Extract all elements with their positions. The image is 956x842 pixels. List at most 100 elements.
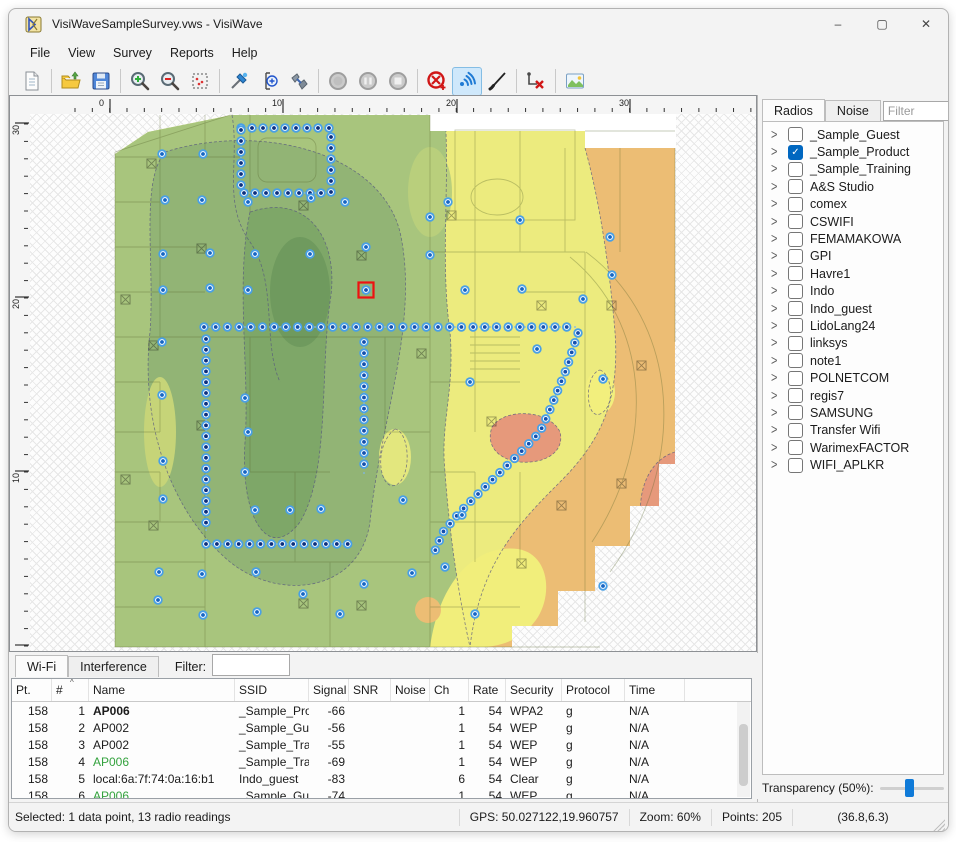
data-point[interactable] — [362, 440, 366, 444]
data-point[interactable] — [319, 325, 323, 329]
draw-path-button[interactable] — [482, 67, 512, 96]
data-point[interactable] — [560, 379, 564, 383]
zoom-in-button[interactable] — [125, 67, 155, 96]
data-point[interactable] — [433, 548, 437, 552]
data-point[interactable] — [163, 198, 167, 202]
data-point[interactable] — [261, 325, 265, 329]
data-point[interactable] — [446, 200, 450, 204]
col-name[interactable]: Name — [89, 679, 235, 701]
data-point[interactable] — [200, 572, 204, 576]
view-image-button[interactable] — [560, 67, 590, 96]
data-point[interactable] — [442, 530, 446, 534]
expand-chevron-icon[interactable]: > — [771, 179, 785, 194]
data-point[interactable] — [410, 571, 414, 575]
col-protocol[interactable]: Protocol — [562, 679, 625, 701]
expand-chevron-icon[interactable]: > — [771, 458, 785, 473]
data-point[interactable] — [249, 325, 253, 329]
radio-item[interactable]: >GPI — [763, 248, 943, 265]
data-point[interactable] — [428, 253, 432, 257]
data-point[interactable] — [160, 152, 164, 156]
expand-chevron-icon[interactable]: > — [771, 145, 785, 160]
data-point[interactable] — [601, 377, 605, 381]
radio-checkbox[interactable] — [788, 197, 803, 212]
data-point[interactable] — [204, 424, 208, 428]
data-point[interactable] — [401, 498, 405, 502]
data-point[interactable] — [226, 542, 230, 546]
data-point[interactable] — [346, 542, 350, 546]
data-point[interactable] — [552, 398, 556, 402]
data-point[interactable] — [362, 407, 366, 411]
data-point[interactable] — [246, 200, 250, 204]
data-point[interactable] — [204, 510, 208, 514]
data-point[interactable] — [354, 325, 358, 329]
table-row[interactable]: 1585local:6a:7f:74:0a:16:b1Indo_guest-83… — [12, 770, 751, 787]
expand-chevron-icon[interactable]: > — [771, 197, 785, 212]
col-snr[interactable]: SNR — [349, 679, 391, 701]
stop-button[interactable] — [383, 67, 413, 96]
data-point[interactable] — [253, 508, 257, 512]
data-point[interactable] — [302, 542, 306, 546]
slider-thumb[interactable] — [905, 779, 914, 797]
menu-view[interactable]: View — [59, 43, 104, 63]
data-point[interactable] — [283, 126, 287, 130]
resize-grip[interactable] — [933, 819, 945, 831]
radio-item[interactable]: >comex — [763, 196, 943, 213]
data-point[interactable] — [573, 341, 577, 345]
data-point[interactable] — [239, 139, 243, 143]
data-point[interactable] — [535, 347, 539, 351]
data-point[interactable] — [563, 370, 567, 374]
new-document-button[interactable] — [17, 67, 47, 96]
open-file-button[interactable] — [56, 67, 86, 96]
data-point[interactable] — [161, 459, 165, 463]
data-point[interactable] — [201, 613, 205, 617]
data-point[interactable] — [313, 542, 317, 546]
data-point[interactable] — [401, 325, 405, 329]
radio-checkbox[interactable] — [788, 405, 803, 420]
radio-item[interactable]: >FEMAMAKOWA — [763, 230, 943, 247]
tab-radios[interactable]: Radios — [762, 99, 825, 121]
data-point[interactable] — [471, 325, 475, 329]
close-button[interactable]: ✕ — [904, 9, 948, 39]
data-point[interactable] — [204, 542, 208, 546]
data-point[interactable] — [413, 325, 417, 329]
radio-item[interactable]: >SAMSUNG — [763, 404, 943, 421]
radio-checkbox[interactable] — [788, 353, 803, 368]
data-point[interactable] — [239, 172, 243, 176]
data-point[interactable] — [204, 359, 208, 363]
radio-item[interactable]: >regis7 — [763, 387, 943, 404]
data-point[interactable] — [243, 396, 247, 400]
data-point[interactable] — [324, 542, 328, 546]
data-point[interactable] — [204, 456, 208, 460]
tab-wifi[interactable]: Wi-Fi — [15, 655, 68, 677]
data-point[interactable] — [495, 325, 499, 329]
data-point[interactable] — [520, 449, 524, 453]
data-point[interactable] — [255, 610, 259, 614]
col-ch[interactable]: Ch — [430, 679, 469, 701]
menu-reports[interactable]: Reports — [161, 43, 223, 63]
data-point[interactable] — [448, 325, 452, 329]
survey-map[interactable] — [30, 114, 756, 651]
data-point[interactable] — [530, 325, 534, 329]
data-point[interactable] — [208, 251, 212, 255]
data-point[interactable] — [541, 325, 545, 329]
menu-help[interactable]: Help — [223, 43, 267, 63]
data-point[interactable] — [518, 325, 522, 329]
radio-item[interactable]: >CSWIFI — [763, 213, 943, 230]
data-point[interactable] — [362, 385, 366, 389]
data-point[interactable] — [362, 373, 366, 377]
data-point[interactable] — [329, 168, 333, 172]
data-point[interactable] — [204, 348, 208, 352]
data-point[interactable] — [204, 380, 208, 384]
data-point[interactable] — [553, 325, 557, 329]
data-point[interactable] — [424, 325, 428, 329]
data-point[interactable] — [319, 507, 323, 511]
data-point[interactable] — [248, 542, 252, 546]
radio-item[interactable]: >POLNETCOM — [763, 369, 943, 386]
data-point[interactable] — [601, 584, 605, 588]
data-point[interactable] — [291, 542, 295, 546]
data-point[interactable] — [286, 191, 290, 195]
data-point[interactable] — [476, 492, 480, 496]
data-point[interactable] — [239, 161, 243, 165]
data-point[interactable] — [389, 325, 393, 329]
data-point[interactable] — [329, 179, 333, 183]
